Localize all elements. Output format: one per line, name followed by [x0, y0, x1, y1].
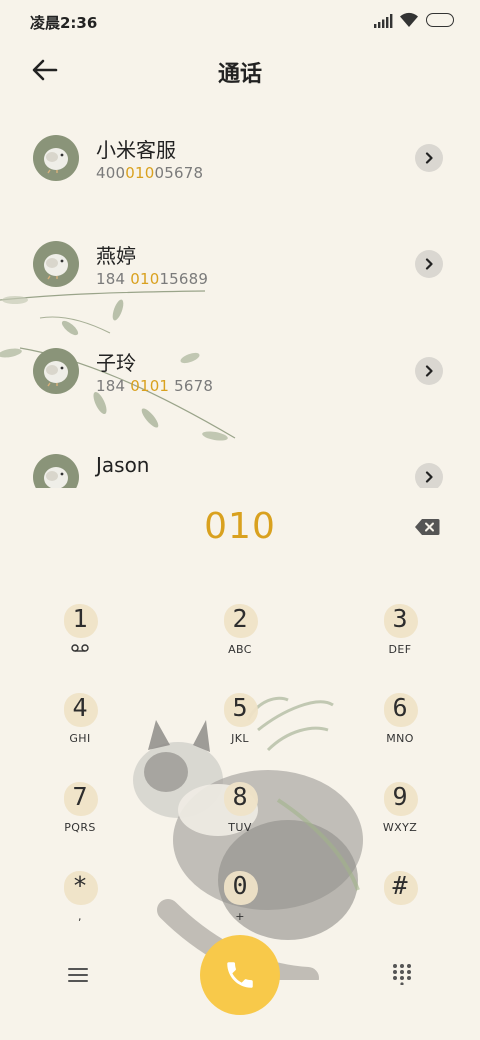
key-6[interactable]: 6 MNO: [360, 687, 440, 767]
chevron-right-icon: [425, 152, 433, 164]
contact-number: 184 01015689: [96, 270, 209, 288]
key-5[interactable]: 5 JKL: [200, 687, 280, 767]
battery-icon: [426, 13, 454, 27]
chevron-right-icon: [425, 365, 433, 377]
bird-icon: [44, 467, 68, 488]
key-9[interactable]: 9 WXYZ: [360, 776, 440, 856]
bird-icon: [44, 148, 68, 174]
key-1[interactable]: 1: [40, 598, 120, 678]
key-hash[interactable]: #: [360, 865, 440, 945]
avatar: [33, 241, 79, 287]
contact-detail-button[interactable]: [415, 357, 443, 385]
menu-icon[interactable]: [66, 963, 90, 987]
contact-row[interactable]: 子玲 184 0101 5678: [0, 319, 480, 425]
wifi-icon: [400, 12, 418, 27]
contact-name: Jason: [96, 453, 150, 477]
key-star[interactable]: * ,: [40, 865, 120, 945]
status-bar: 凌晨2:36: [0, 0, 480, 40]
contact-number: 40001005678: [96, 164, 204, 182]
key-2[interactable]: 2 ABC: [200, 598, 280, 678]
phone-icon: [227, 962, 253, 988]
page-title: 通话: [217, 62, 262, 87]
bird-icon: [44, 254, 68, 280]
backspace-icon[interactable]: [414, 518, 440, 536]
contact-row[interactable]: 燕婷 184 01015689: [0, 212, 480, 318]
voicemail-icon: [71, 644, 89, 652]
call-button[interactable]: [200, 935, 280, 1015]
signal-icon: [374, 14, 393, 28]
bird-icon: [44, 361, 68, 387]
contact-row[interactable]: Jason: [0, 425, 480, 488]
dialpad-icon[interactable]: [391, 963, 413, 985]
key-7[interactable]: 7 PQRS: [40, 776, 120, 856]
key-8[interactable]: 8 TUV: [200, 776, 280, 856]
avatar: [33, 135, 79, 181]
chevron-right-icon: [425, 471, 433, 483]
dial-input: 010: [0, 500, 480, 560]
status-time: 凌晨2:36: [30, 14, 98, 32]
key-0[interactable]: 0 +: [200, 865, 280, 945]
contact-name: 燕婷: [96, 244, 136, 268]
header: 通话: [0, 44, 480, 98]
contact-list: 小米客服 40001005678 燕婷 184 01015689 子玲 184 …: [0, 106, 480, 488]
contact-number: 184 0101 5678: [96, 377, 214, 395]
contact-name: 子玲: [96, 351, 136, 375]
chevron-right-icon: [425, 258, 433, 270]
avatar: [33, 348, 79, 394]
key-4[interactable]: 4 GHI: [40, 687, 120, 767]
contact-row[interactable]: 小米客服 40001005678: [0, 106, 480, 212]
dialed-number: 010: [204, 506, 276, 547]
contact-name: 小米客服: [96, 138, 176, 162]
avatar: [33, 454, 79, 488]
contact-detail-button[interactable]: [415, 144, 443, 172]
contact-detail-button[interactable]: [415, 250, 443, 278]
key-3[interactable]: 3 DEF: [360, 598, 440, 678]
contact-detail-button[interactable]: [415, 463, 443, 488]
